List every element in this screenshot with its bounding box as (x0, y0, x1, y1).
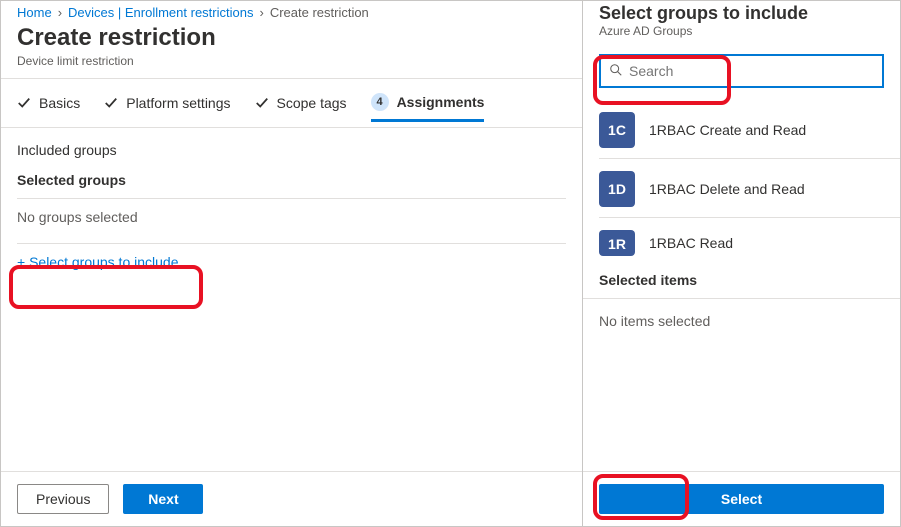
tab-label: Basics (39, 95, 80, 111)
check-icon (104, 96, 118, 110)
tab-label: Platform settings (126, 95, 230, 111)
tab-basics[interactable]: Basics (17, 95, 80, 119)
group-name: 1RBAC Create and Read (649, 122, 806, 138)
selected-groups-header: Selected groups (17, 172, 566, 188)
group-name: 1RBAC Read (649, 235, 733, 251)
check-icon (17, 96, 31, 110)
panel-header: Select groups to include Azure AD Groups (583, 1, 900, 44)
tab-assignments[interactable]: 4 Assignments (371, 93, 485, 122)
group-list: 1C 1RBAC Create and Read 1D 1RBAC Delete… (583, 94, 900, 266)
divider (17, 198, 566, 199)
breadcrumb-home[interactable]: Home (17, 5, 52, 20)
breadcrumb-devices[interactable]: Devices | Enrollment restrictions (68, 5, 253, 20)
breadcrumb-current: Create restriction (270, 5, 369, 20)
page-subtitle: Device limit restriction (17, 54, 566, 68)
group-name: 1RBAC Delete and Read (649, 181, 805, 197)
breadcrumb: Home › Devices | Enrollment restrictions… (1, 1, 582, 22)
group-item[interactable]: 1C 1RBAC Create and Read (599, 102, 900, 158)
wizard-footer: Previous Next (1, 471, 582, 526)
page-title: Create restriction (17, 24, 566, 52)
search-wrap (583, 44, 900, 94)
avatar: 1R (599, 230, 635, 256)
selected-items-header: Selected items (583, 266, 900, 294)
panel-subtitle: Azure AD Groups (599, 24, 884, 38)
tab-label: Assignments (397, 94, 485, 110)
page-header: Create restriction Device limit restrict… (1, 22, 582, 79)
tab-platform-settings[interactable]: Platform settings (104, 95, 230, 119)
step-number-badge: 4 (371, 93, 389, 111)
chevron-right-icon: › (259, 5, 263, 20)
included-groups-label: Included groups (17, 142, 566, 158)
avatar: 1D (599, 171, 635, 207)
chevron-right-icon: › (58, 5, 62, 20)
wizard-tabs: Basics Platform settings Scope tags 4 As… (1, 79, 582, 128)
tab-scope-tags[interactable]: Scope tags (255, 95, 347, 119)
avatar: 1C (599, 112, 635, 148)
divider (17, 243, 566, 244)
panel-footer: Select (583, 471, 900, 526)
main-pane: Home › Devices | Enrollment restrictions… (1, 1, 583, 526)
group-item[interactable]: 1D 1RBAC Delete and Read (599, 158, 900, 217)
check-icon (255, 96, 269, 110)
group-item[interactable]: 1R 1RBAC Read (599, 217, 900, 266)
no-groups-selected-text: No groups selected (17, 205, 566, 239)
no-items-selected-text: No items selected (583, 299, 900, 343)
select-groups-link[interactable]: + Select groups to include (17, 250, 179, 274)
search-box[interactable] (599, 54, 884, 88)
select-groups-panel: Select groups to include Azure AD Groups… (583, 1, 900, 526)
search-input[interactable] (623, 62, 874, 80)
next-button[interactable]: Next (123, 484, 203, 514)
panel-title: Select groups to include (599, 3, 884, 24)
previous-button[interactable]: Previous (17, 484, 109, 514)
assignments-content: Included groups Selected groups No group… (1, 128, 582, 471)
select-button[interactable]: Select (599, 484, 884, 514)
tab-label: Scope tags (277, 95, 347, 111)
search-icon (609, 63, 623, 80)
